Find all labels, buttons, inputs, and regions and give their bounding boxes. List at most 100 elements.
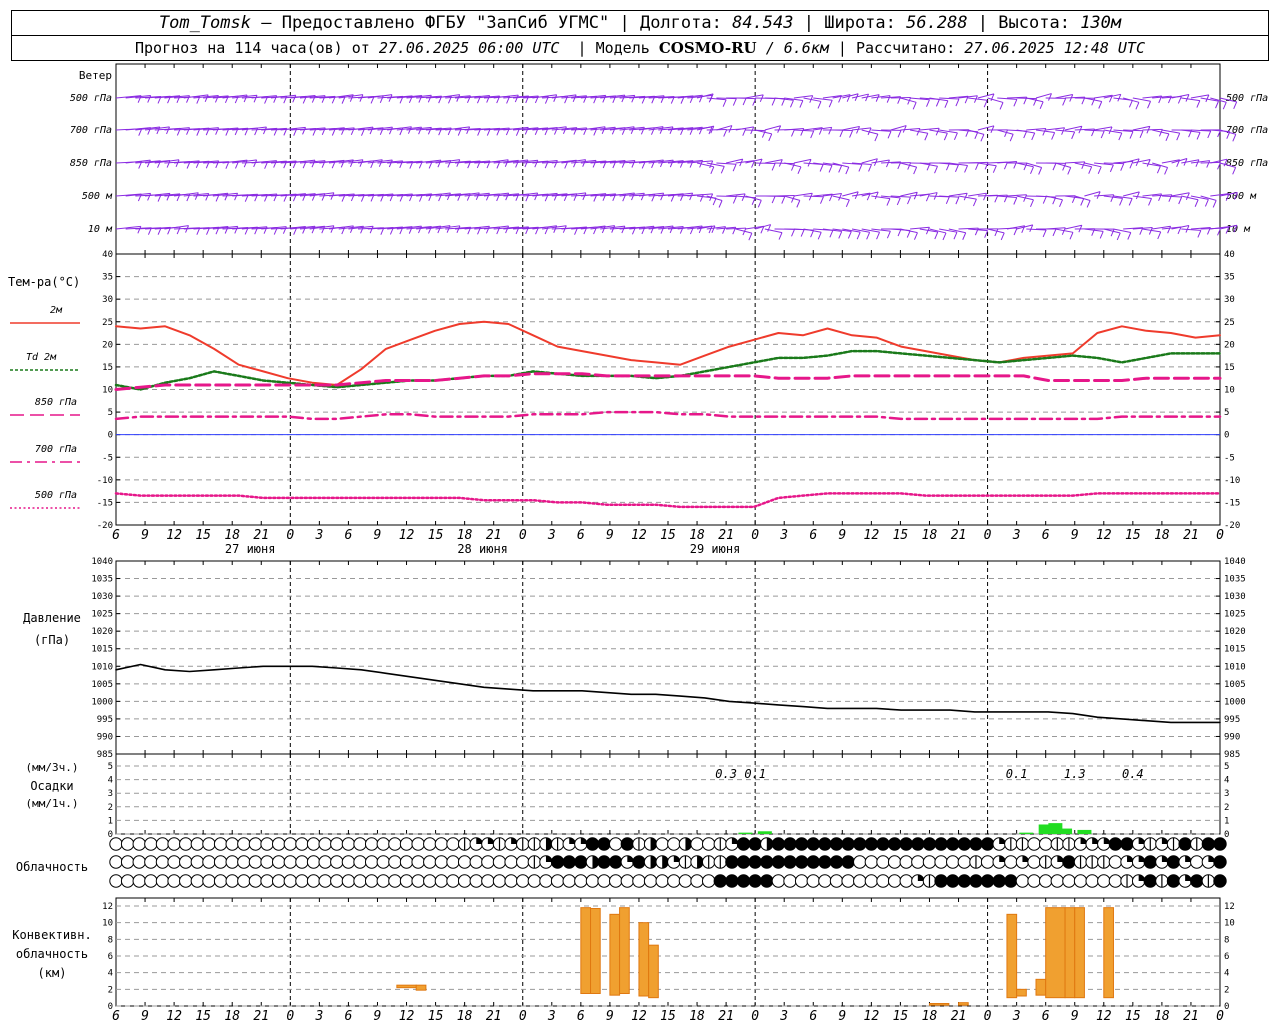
cloud-symbol	[202, 837, 216, 851]
cloud-symbol	[492, 855, 507, 869]
cloud-symbol	[283, 855, 298, 869]
wind-barb-shaft	[745, 195, 762, 201]
cloud-circle	[1004, 874, 1018, 888]
wind-barb-feather	[572, 94, 577, 103]
wind-barb	[997, 97, 1018, 107]
cloud-circle	[132, 855, 146, 869]
cloud-symbol	[1085, 855, 1099, 869]
cloud-symbol	[423, 855, 437, 869]
cloud-circle	[1027, 855, 1041, 869]
cloud-symbol	[132, 855, 146, 869]
cloud-symbol	[609, 837, 623, 851]
pressure-tick-label-right: 1030	[1224, 592, 1246, 602]
cloud-circle	[202, 855, 216, 869]
wind-barb	[1055, 129, 1076, 140]
cloud-symbol	[562, 837, 576, 851]
cloud-symbol	[980, 855, 995, 869]
wind-barb-feather	[1195, 159, 1200, 167]
cloud-symbol	[911, 837, 925, 851]
convective-x-tick-label: 15	[1125, 1009, 1141, 1024]
wind-barb	[803, 195, 824, 204]
wind-barb-shaft	[1123, 191, 1140, 197]
cloud-symbol	[539, 837, 553, 851]
wind-barb-feather	[1013, 161, 1018, 169]
cloud-circle	[934, 837, 948, 851]
cloud-circle	[562, 855, 576, 869]
wind-barb-shaft	[919, 127, 940, 131]
wind-barb-feather	[789, 100, 794, 108]
convective-x-tick-label: 12	[631, 1009, 647, 1024]
wind-barb-feather	[1135, 102, 1140, 110]
wind-barb-feather	[514, 94, 519, 103]
cloud-circle	[725, 855, 739, 869]
cloud-symbol	[853, 855, 867, 869]
wind-barb-feather	[534, 192, 539, 201]
wind-barb	[1152, 225, 1172, 234]
wind-barb-feather	[349, 225, 354, 234]
cloud-circle	[190, 874, 205, 888]
precip-tick-label-right: 4	[1224, 776, 1229, 786]
temperature-x-tick-label: 12	[1096, 528, 1112, 543]
cloud-symbol	[678, 837, 693, 851]
cloud-symbol	[1038, 837, 1053, 851]
wind-barb-feather	[234, 226, 239, 234]
wind-barb-feather	[1062, 98, 1067, 106]
cloud-symbol	[783, 855, 797, 869]
cloud-circle	[527, 874, 542, 888]
cloud-symbol	[1190, 837, 1204, 851]
wind-barb	[910, 129, 929, 141]
cloud-symbol	[585, 855, 600, 869]
cloud-circle	[213, 855, 228, 869]
cloud-circle	[899, 874, 913, 888]
temperature-x-tick-label: 0	[519, 528, 527, 543]
wind-barb-feather	[1185, 192, 1190, 200]
cloud-circle	[341, 837, 356, 851]
cloud-circle	[353, 874, 367, 888]
wind-barb-feather	[839, 129, 844, 138]
wind-barb-feather	[263, 126, 267, 135]
convective-tick-label-left: 6	[108, 952, 113, 962]
convective-x-tick-label: 18	[1154, 1009, 1170, 1024]
wind-barb	[774, 228, 795, 237]
cloud-symbol	[1085, 874, 1099, 888]
wind-barb-feather	[254, 127, 259, 136]
cloud-circle	[771, 855, 786, 869]
cloud-symbol	[1201, 855, 1216, 869]
cloud-symbol	[492, 874, 507, 888]
cloud-circle	[597, 874, 611, 888]
wind-barb-feather	[176, 226, 181, 235]
wind-barb-feather	[1069, 232, 1074, 240]
temperature-x-tick-label: 6	[112, 528, 120, 543]
cloud-circle	[736, 837, 751, 851]
cloud-symbol	[399, 837, 414, 851]
cloud-symbol	[399, 874, 414, 888]
temperature-x-tick-label: 21	[1183, 528, 1199, 543]
temperature-tick-label-left: -15	[97, 498, 113, 508]
wind-barb	[1113, 129, 1134, 139]
precip-total-label: 0.4	[1122, 767, 1144, 781]
wind-barb	[1152, 129, 1170, 142]
cloud-circle	[423, 855, 437, 869]
temperature-tick-label-left: 30	[102, 295, 113, 305]
cloud-symbol	[620, 837, 635, 851]
cloud-symbol	[701, 874, 716, 888]
precip-title: Осадки	[30, 779, 73, 793]
cloud-circle	[1201, 837, 1216, 851]
convective-x-tick-label: 3	[547, 1009, 556, 1024]
cloud-symbol	[1190, 874, 1204, 888]
convective-x-tick-label: 3	[779, 1009, 788, 1024]
convective-tick-label-left: 10	[102, 919, 113, 929]
cloud-circle	[260, 855, 274, 869]
convective-bar	[1016, 988, 1027, 997]
temperature-tick-label-left: 40	[102, 250, 113, 260]
cloud-symbol	[1201, 837, 1216, 851]
cloud-circle	[446, 837, 460, 851]
temperature-x-tick-label: 18	[689, 528, 705, 543]
cloud-symbol	[457, 874, 472, 888]
cloud-symbol	[853, 874, 867, 888]
wind-barb	[1161, 129, 1181, 141]
cloud-symbol	[632, 837, 646, 851]
cloud-symbol	[1143, 874, 1157, 888]
cloud-circle	[1073, 874, 1088, 888]
cloud-circle	[597, 837, 611, 851]
